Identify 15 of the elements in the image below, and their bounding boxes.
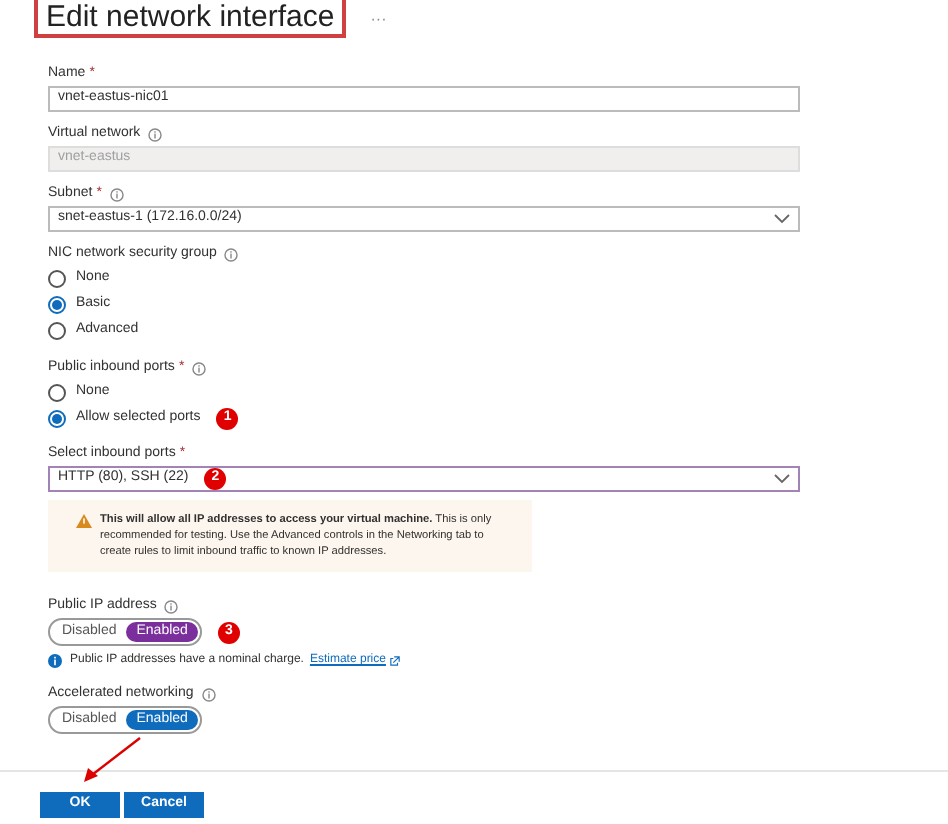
info-icon [48, 654, 62, 668]
radio-button[interactable] [48, 384, 66, 402]
radio-button[interactable] [48, 410, 66, 428]
radio-button[interactable] [48, 270, 66, 288]
radio-button[interactable] [48, 322, 66, 340]
page-title: Edit network interface [34, 0, 347, 38]
info-icon [201, 688, 216, 702]
chevron-down-icon [774, 474, 790, 484]
annotation-arrow [80, 736, 144, 784]
warning-icon [76, 514, 92, 528]
radio-button[interactable] [48, 296, 66, 314]
chevron-down-icon [774, 214, 790, 224]
info-icon [164, 600, 179, 614]
external-link-icon [389, 656, 400, 666]
more-button[interactable]: ··· [370, 7, 387, 31]
